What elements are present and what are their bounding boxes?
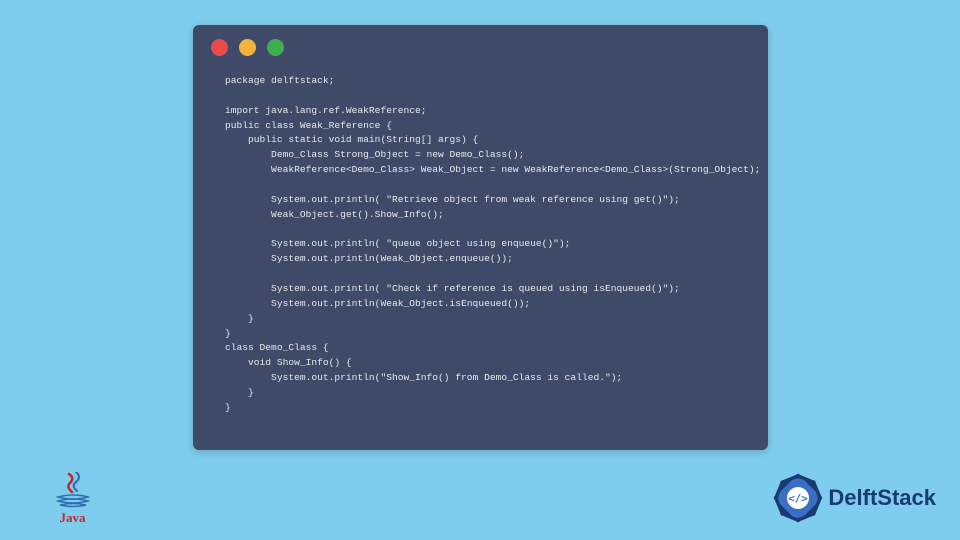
code-content: package delftstack; import java.lang.ref… xyxy=(193,64,768,436)
code-window: package delftstack; import java.lang.ref… xyxy=(193,25,768,450)
java-logo-label: Java xyxy=(60,510,86,526)
maximize-dot-icon xyxy=(267,39,284,56)
delftstack-logo: </> DelftStack xyxy=(770,470,936,526)
java-cup-icon xyxy=(56,494,90,508)
java-steam-icon xyxy=(60,472,86,494)
delftstack-logo-label: DelftStack xyxy=(828,485,936,511)
svg-text:</>: </> xyxy=(788,492,808,505)
close-dot-icon xyxy=(211,39,228,56)
java-logo: Java xyxy=(50,472,95,526)
minimize-dot-icon xyxy=(239,39,256,56)
delftstack-emblem-icon: </> xyxy=(770,470,826,526)
window-controls xyxy=(193,25,768,64)
